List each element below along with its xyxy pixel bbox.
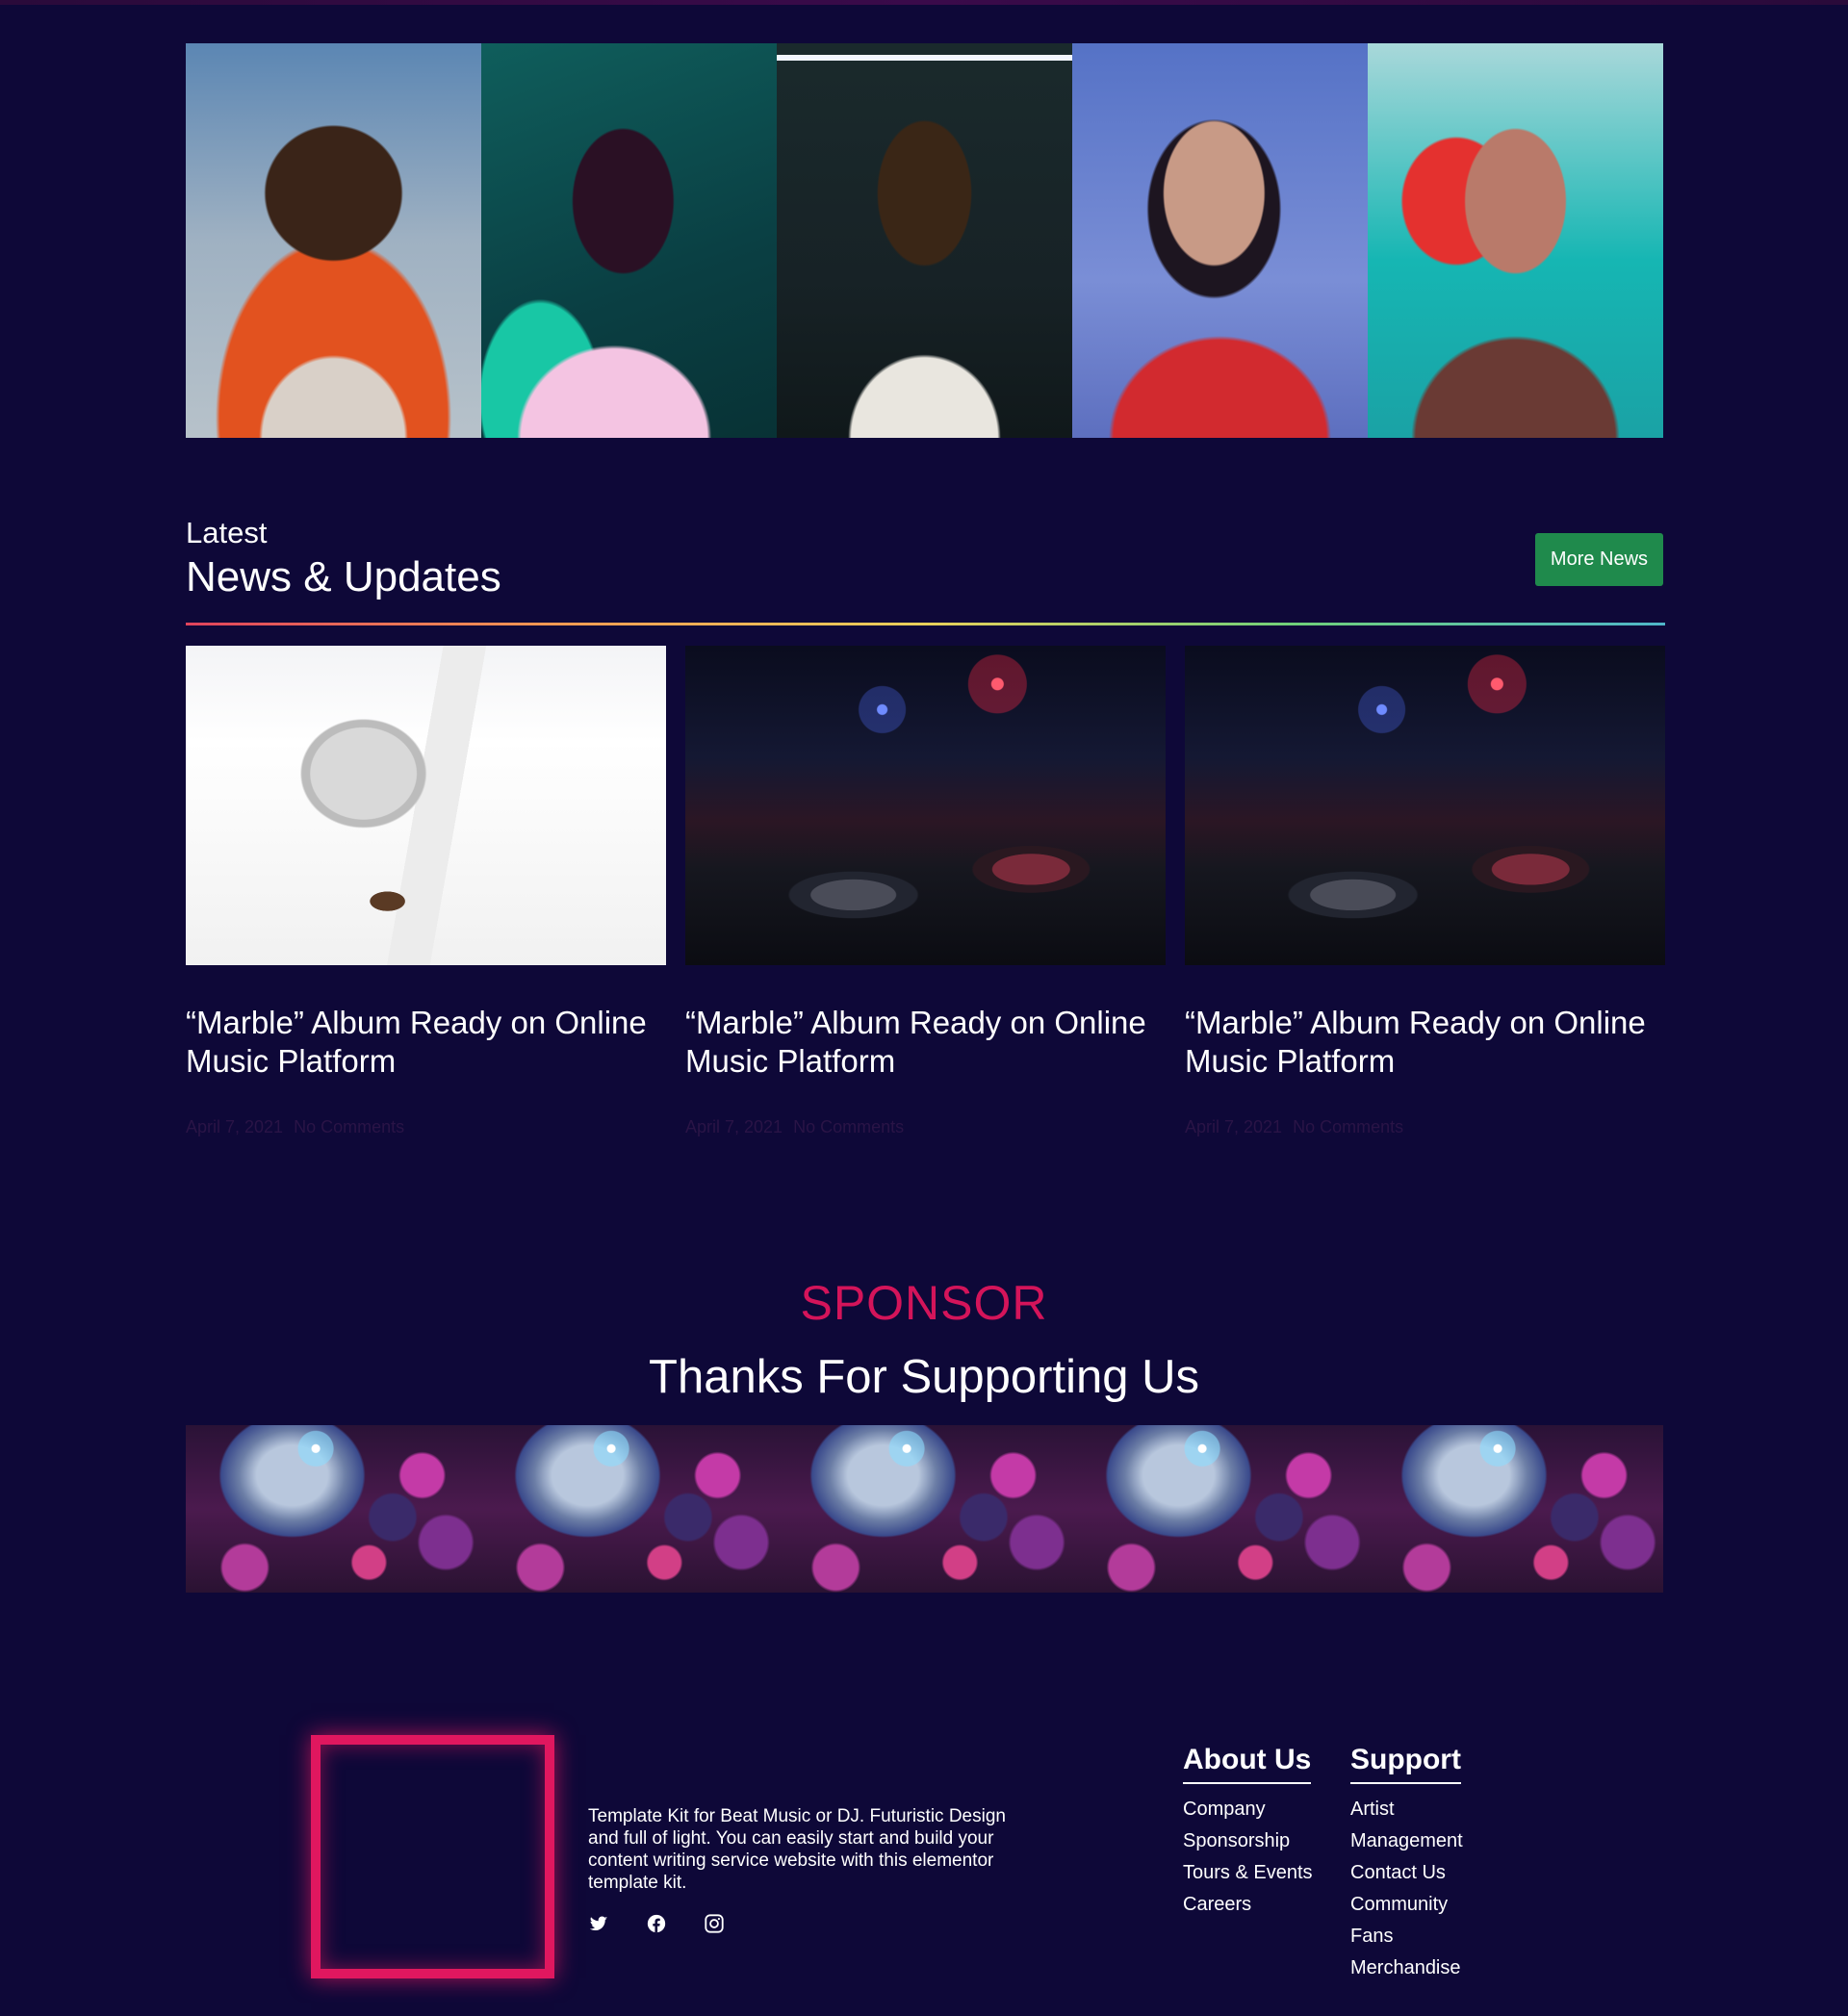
news-meta: April 7, 2021 No Comments xyxy=(1185,1117,1665,1137)
news-comments[interactable]: No Comments xyxy=(1293,1117,1403,1136)
footer-link-contact-us[interactable]: Contact Us xyxy=(1350,1862,1446,1883)
news-title-link[interactable]: “Marble” Album Ready on Online Music Pla… xyxy=(1185,1004,1665,1081)
news-card: “Marble” Album Ready on Online Music Pla… xyxy=(1185,646,1665,1137)
footer-logo[interactable] xyxy=(311,1735,554,1978)
news-kicker: Latest xyxy=(186,516,268,549)
news-card: “Marble” Album Ready on Online Music Pla… xyxy=(685,646,1166,1137)
news-meta: April 7, 2021 No Comments xyxy=(685,1117,1166,1137)
footer-link-artist[interactable]: Artist xyxy=(1350,1799,1395,1820)
sponsor-title: Thanks For Supporting Us xyxy=(649,1351,1199,1403)
more-news-button[interactable]: More News xyxy=(1535,533,1663,586)
news-image[interactable] xyxy=(186,646,666,965)
footer-link-fans[interactable]: Fans xyxy=(1350,1926,1393,1947)
artists-gallery xyxy=(186,43,1663,438)
footer-support-column: Support Artist Management Contact Us Com… xyxy=(1350,1744,1463,1984)
sponsor-kicker: SPONSOR xyxy=(800,1276,1048,1330)
artist-photo[interactable] xyxy=(1072,43,1368,438)
sponsor-logo[interactable] xyxy=(1072,1425,1368,1593)
sponsor-logo[interactable] xyxy=(481,1425,777,1593)
footer-link-tours-events[interactable]: Tours & Events xyxy=(1183,1862,1313,1883)
artist-photo[interactable] xyxy=(1368,43,1663,438)
artist-photo[interactable] xyxy=(186,43,481,438)
news-date[interactable]: April 7, 2021 xyxy=(685,1117,783,1136)
sponsor-logos xyxy=(186,1425,1663,1593)
footer-link-merchandise[interactable]: Merchandise xyxy=(1350,1957,1461,1978)
facebook-icon[interactable] xyxy=(646,1913,667,1934)
footer-link-community[interactable]: Community xyxy=(1350,1894,1448,1915)
twitter-icon[interactable] xyxy=(588,1913,609,1934)
news-image[interactable] xyxy=(685,646,1166,965)
sponsor-logo[interactable] xyxy=(777,1425,1072,1593)
footer-link-careers[interactable]: Careers xyxy=(1183,1894,1251,1915)
footer-about-heading: About Us xyxy=(1183,1744,1312,1784)
news-image[interactable] xyxy=(1185,646,1665,965)
footer-link-company[interactable]: Company xyxy=(1183,1799,1266,1820)
sponsor-logo[interactable] xyxy=(186,1425,481,1593)
news-date[interactable]: April 7, 2021 xyxy=(1185,1117,1282,1136)
footer-link-management[interactable]: Management xyxy=(1350,1830,1463,1851)
news-comments[interactable]: No Comments xyxy=(294,1117,404,1136)
artist-photo[interactable] xyxy=(481,43,777,438)
footer-link-sponsorship[interactable]: Sponsorship xyxy=(1183,1830,1290,1851)
news-card: “Marble” Album Ready on Online Music Pla… xyxy=(186,646,666,1137)
sponsor-logo[interactable] xyxy=(1368,1425,1663,1593)
instagram-icon[interactable] xyxy=(704,1913,725,1934)
news-section-title: News & Updates xyxy=(186,553,501,600)
footer-support-heading: Support xyxy=(1350,1744,1461,1784)
news-meta: April 7, 2021 No Comments xyxy=(186,1117,666,1137)
social-links xyxy=(588,1913,725,1934)
section-divider xyxy=(186,623,1665,625)
news-list: “Marble” Album Ready on Online Music Pla… xyxy=(186,646,1665,1137)
news-date[interactable]: April 7, 2021 xyxy=(186,1117,283,1136)
footer-description: Template Kit for Beat Music or DJ. Futur… xyxy=(588,1806,1006,1893)
news-title-link[interactable]: “Marble” Album Ready on Online Music Pla… xyxy=(186,1004,666,1081)
top-accent-line xyxy=(0,0,1848,5)
news-title-link[interactable]: “Marble” Album Ready on Online Music Pla… xyxy=(685,1004,1166,1081)
artist-photo[interactable] xyxy=(777,43,1072,438)
footer-about-column: About Us Company Sponsorship Tours & Eve… xyxy=(1183,1744,1313,1921)
news-comments[interactable]: No Comments xyxy=(793,1117,904,1136)
